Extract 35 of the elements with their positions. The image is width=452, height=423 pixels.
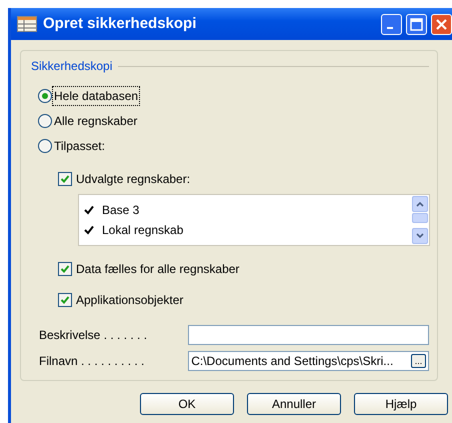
radio-label[interactable]: Tilpasset:	[53, 137, 106, 155]
scroll-down-button[interactable]	[412, 228, 428, 244]
minimize-button[interactable]	[381, 14, 402, 34]
minimize-icon	[386, 27, 392, 29]
group-title: Sikkerhedskopi	[31, 58, 112, 75]
window-icon	[17, 16, 37, 32]
radio-button[interactable]	[38, 89, 52, 103]
field-label: Beskrivelse . . . . . . .	[39, 327, 148, 344]
radio-button[interactable]	[38, 139, 52, 153]
radio-button[interactable]	[38, 114, 52, 128]
dialog-button[interactable]: OK	[140, 393, 234, 415]
scroll-thumb[interactable]	[412, 213, 428, 223]
checkbox[interactable]	[58, 262, 72, 276]
file-path-field[interactable]: C:\Documents and Settings\cps\Skri... ...	[188, 351, 429, 371]
field-label: Filnavn . . . . . . . . . .	[39, 353, 146, 370]
list-item[interactable]: Lokal regnskab	[102, 221, 184, 239]
browse-button[interactable]: ...	[411, 354, 426, 368]
description-field[interactable]	[188, 325, 429, 345]
radio-label[interactable]: Alle regnskaber	[53, 112, 138, 130]
close-icon	[435, 18, 448, 30]
list-item[interactable]: Base 3	[102, 201, 140, 219]
checkbox-label[interactable]: Data fælles for alle regnskaber	[76, 260, 240, 278]
checkbox[interactable]	[58, 293, 72, 307]
dialog-button[interactable]: Annuller	[247, 393, 341, 415]
checkbox-label[interactable]: Udvalgte regnskaber:	[76, 170, 190, 188]
checkbox-label[interactable]: Applikationsobjekter	[76, 291, 184, 309]
scrollbar[interactable]	[412, 195, 429, 245]
maximize-icon	[410, 18, 423, 30]
dialog-button[interactable]: Hjælp	[354, 393, 448, 415]
close-button[interactable]	[431, 14, 452, 34]
scroll-up-button[interactable]	[412, 196, 428, 212]
maximize-button[interactable]	[406, 14, 427, 34]
window-title: Opret sikkerhedskopi	[43, 14, 196, 34]
checkbox[interactable]	[58, 172, 72, 186]
radio-label[interactable]: Hele databasen	[53, 87, 140, 105]
